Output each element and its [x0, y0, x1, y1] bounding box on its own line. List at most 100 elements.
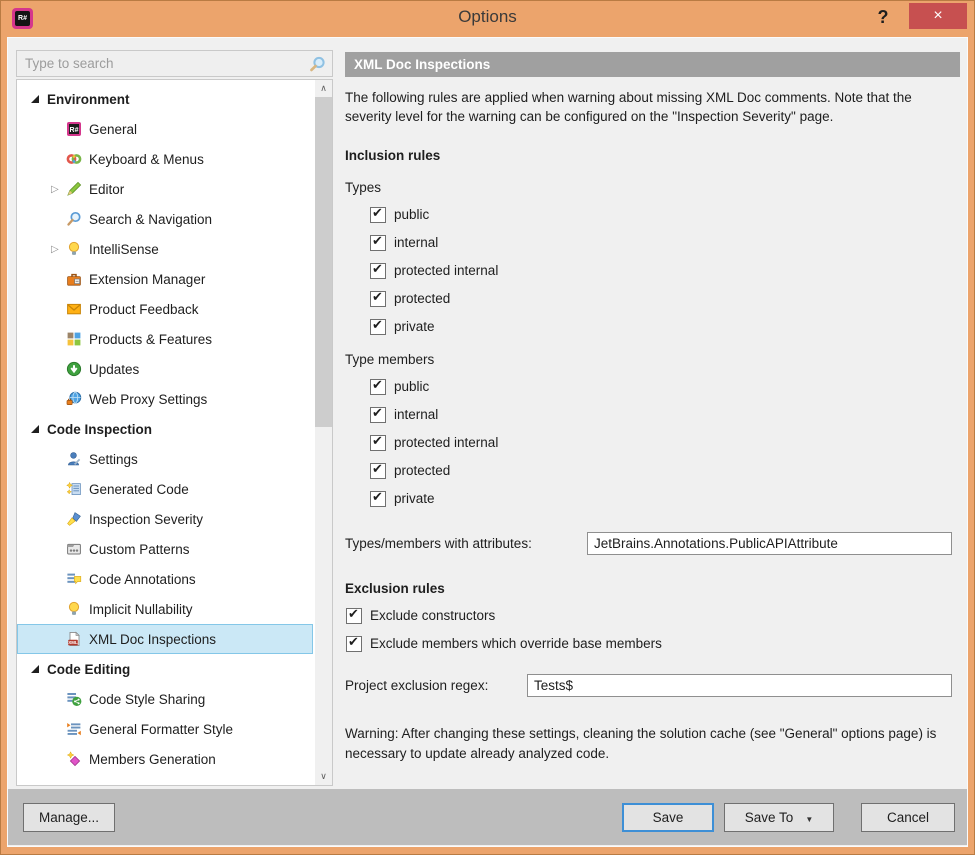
save-button[interactable]: Save [622, 803, 714, 832]
footer-bar: Manage... Save Save To ▼ Cancel [8, 789, 967, 845]
regex-row: Project exclusion regex: [345, 674, 960, 697]
checkbox-exclude-constructors[interactable]: Exclude constructors [346, 606, 960, 624]
tree-section-code-editing[interactable]: Code Editing [17, 654, 313, 684]
checkbox-protected[interactable]: protected [370, 289, 960, 307]
web-proxy-icon [66, 391, 82, 407]
tree-item-label: Extension Manager [89, 271, 206, 287]
extension-manager-icon [66, 271, 82, 287]
exclusion-rules-heading: Exclusion rules [345, 581, 445, 596]
checkbox-box[interactable] [370, 433, 386, 451]
checkbox-label: private [394, 491, 435, 506]
checkbox-box[interactable] [370, 261, 386, 279]
editor-pencil-icon [66, 181, 82, 197]
tree-item-label: Code Editing [47, 661, 131, 677]
warning-text: Warning: After changing these settings, … [345, 726, 937, 761]
tree-scrollbar: ∧ ∨ [315, 80, 332, 785]
tree-item-general-formatter-style[interactable]: General Formatter Style [17, 714, 313, 744]
xml-doc-inspections-page: XML Doc Inspections The following rules … [345, 52, 960, 790]
svg-text:XML: XML [68, 640, 78, 645]
tree-item-products-and-features[interactable]: Products & Features [17, 324, 313, 354]
scrollbar-thumb[interactable] [315, 97, 332, 427]
implicit-nullability-icon [66, 601, 82, 617]
checkbox-box[interactable] [370, 461, 386, 479]
tree-expanded-icon[interactable] [31, 95, 39, 103]
scroll-up-icon[interactable]: ∧ [315, 80, 332, 97]
type-members-checkbox-group: public internal protected internal protecte… [345, 377, 960, 507]
formatter-style-icon [66, 721, 82, 737]
tree-item-general[interactable]: R# General [17, 114, 313, 144]
search-magnifier-icon [308, 55, 326, 73]
tree-item-settings[interactable]: Settings [17, 444, 313, 474]
custom-patterns-icon [66, 541, 82, 557]
checkbox-box[interactable] [370, 289, 386, 307]
checkbox-box[interactable] [346, 606, 362, 624]
tree-item-label: General Formatter Style [89, 721, 234, 737]
tree-item-label: Inspection Severity [89, 511, 204, 527]
tree-item-extension-manager[interactable]: Extension Manager [17, 264, 313, 294]
tree-item-product-feedback[interactable]: Product Feedback [17, 294, 313, 324]
checkbox-box[interactable] [370, 405, 386, 423]
tree-item-code-style-sharing[interactable]: Code Style Sharing [17, 684, 313, 714]
checkbox-exclude-members-which-override-base-members[interactable]: Exclude members which override base memb… [346, 634, 960, 652]
manage-button[interactable]: Manage... [23, 803, 115, 832]
tree-item-intellisense[interactable]: ▷ IntelliSense [17, 234, 313, 264]
tree-item-web-proxy-settings[interactable]: Web Proxy Settings [17, 384, 313, 414]
tree-item-label: Settings [89, 451, 138, 467]
checkbox-internal[interactable]: internal [370, 233, 960, 251]
checkbox-protected-internal[interactable]: protected internal [370, 433, 960, 451]
tree-item-implicit-nullability[interactable]: Implicit Nullability [17, 594, 313, 624]
tree-collapsed-icon[interactable]: ▷ [51, 184, 66, 195]
tree-item-generated-code[interactable]: Generated Code [17, 474, 313, 504]
dialog-content: Environment R# General Keyboard & Menus ▷ Edi… [7, 37, 968, 847]
tree-section-code-inspection[interactable]: Code Inspection [17, 414, 313, 444]
checkbox-private[interactable]: private [370, 489, 960, 507]
types-group-label: Types [345, 180, 382, 195]
title-bar[interactable]: R# Options ? × [1, 1, 974, 37]
checkbox-box[interactable] [370, 233, 386, 251]
checkbox-box[interactable] [370, 377, 386, 395]
tree-item-updates[interactable]: Updates [17, 354, 313, 384]
search-input[interactable] [17, 51, 332, 76]
scroll-down-icon[interactable]: ∨ [315, 768, 332, 785]
checkbox-box[interactable] [370, 317, 386, 335]
checkbox-public[interactable]: public [370, 205, 960, 223]
tree-item-editor[interactable]: ▷ Editor [17, 174, 313, 204]
attributes-input[interactable] [587, 532, 952, 555]
tree-item-xml-doc-inspections[interactable]: XML XML Doc Inspections [17, 624, 313, 654]
checkbox-private[interactable]: private [370, 317, 960, 335]
checkbox-box[interactable] [346, 634, 362, 652]
checkbox-label: private [394, 319, 435, 334]
checkbox-protected-internal[interactable]: protected internal [370, 261, 960, 279]
checkbox-box[interactable] [370, 489, 386, 507]
tree-item-custom-patterns[interactable]: Custom Patterns [17, 534, 313, 564]
cancel-button[interactable]: Cancel [861, 803, 955, 832]
code-style-sharing-icon [66, 691, 82, 707]
tree-item-members-generation[interactable]: Members Generation [17, 744, 313, 774]
tree-item-inspection-severity[interactable]: Inspection Severity [17, 504, 313, 534]
search-box[interactable] [16, 50, 333, 77]
tree-item-keyboard-and-menus[interactable]: Keyboard & Menus [17, 144, 313, 174]
checkbox-protected[interactable]: protected [370, 461, 960, 479]
tree-item-label: General [89, 121, 138, 137]
tree-expanded-icon[interactable] [31, 425, 39, 433]
checkbox-public[interactable]: public [370, 377, 960, 395]
exclusion-checkbox-group: Exclude constructors Exclude members whic… [345, 606, 960, 652]
checkbox-label: protected internal [394, 263, 499, 278]
tree-item-label: Code Inspection [47, 421, 153, 437]
tree-item-search-and-navigation[interactable]: Search & Navigation [17, 204, 313, 234]
tree-item-label: Web Proxy Settings [89, 391, 208, 407]
tree-expanded-icon[interactable] [31, 665, 39, 673]
tree-collapsed-icon[interactable]: ▷ [51, 244, 66, 255]
generated-code-icon [66, 481, 82, 497]
tree-item-code-annotations[interactable]: Code Annotations [17, 564, 313, 594]
regex-input[interactable] [527, 674, 952, 697]
save-to-button[interactable]: Save To ▼ [724, 803, 834, 832]
help-button[interactable]: ? [870, 4, 896, 30]
checkbox-box[interactable] [370, 205, 386, 223]
regex-label: Project exclusion regex: [345, 678, 489, 693]
tree-section-environment[interactable]: Environment [17, 84, 313, 114]
checkbox-internal[interactable]: internal [370, 405, 960, 423]
close-button[interactable]: × [909, 3, 967, 29]
updates-icon [66, 361, 82, 377]
product-feedback-icon [66, 301, 82, 317]
